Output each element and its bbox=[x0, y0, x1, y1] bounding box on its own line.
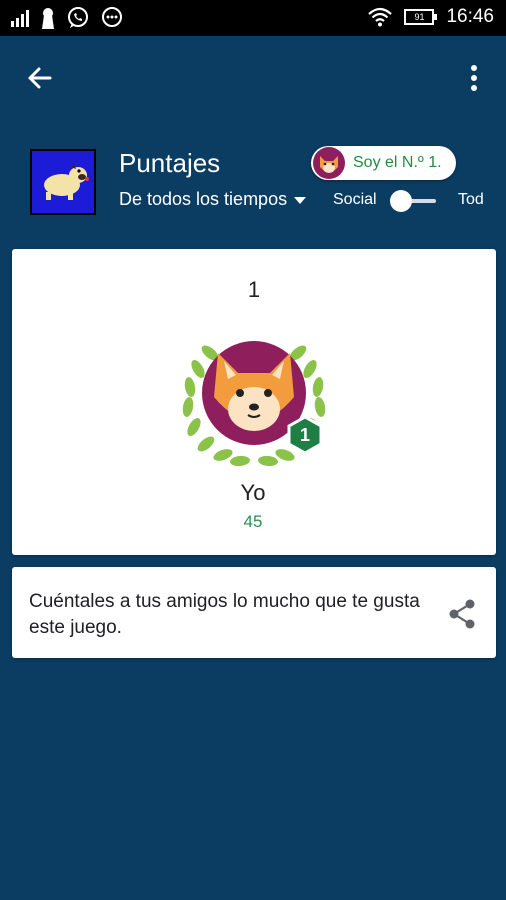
social-label: Social bbox=[333, 191, 377, 208]
more-vert-icon[interactable] bbox=[462, 60, 486, 96]
rank-chip-label: Soy el N.º 1. bbox=[353, 154, 442, 171]
status-bar: 91 16:46 bbox=[0, 0, 506, 36]
time-filter-label: De todos los tiempos bbox=[119, 189, 288, 209]
game-icon bbox=[30, 149, 96, 215]
player-avatar-icon bbox=[313, 147, 345, 179]
social-toggle[interactable] bbox=[390, 190, 438, 212]
pug-icon bbox=[44, 163, 89, 200]
player-score: 45 bbox=[243, 512, 263, 531]
battery-icon: 91 bbox=[404, 9, 438, 25]
clock: 16:46 bbox=[446, 6, 494, 27]
rank-chip[interactable]: Soy el N.º 1. bbox=[311, 146, 456, 180]
wifi-icon bbox=[368, 7, 393, 27]
signal-icon bbox=[11, 10, 29, 27]
rank-number: 1 bbox=[247, 277, 261, 302]
chat-icon bbox=[102, 7, 122, 27]
player-avatar-large[interactable] bbox=[178, 327, 330, 469]
whatsapp-icon bbox=[68, 7, 88, 28]
time-filter-dropdown[interactable]: De todos los tiempos bbox=[119, 189, 307, 210]
battery-level: 91 bbox=[414, 12, 425, 22]
keyhole-icon bbox=[42, 8, 54, 29]
share-message: Cuéntales a tus amigos lo mucho que te g… bbox=[29, 591, 420, 638]
share-icon[interactable] bbox=[444, 596, 480, 632]
rank-badge-number: 1 bbox=[299, 425, 310, 445]
all-label: Todos bbox=[458, 191, 484, 208]
page-title: Puntajes bbox=[119, 148, 221, 178]
toggle-thumb bbox=[390, 190, 412, 212]
arrow-back-icon[interactable] bbox=[22, 60, 58, 96]
player-name: Yo bbox=[240, 480, 266, 505]
app-bar bbox=[0, 36, 506, 116]
caret-down-icon bbox=[294, 196, 307, 204]
